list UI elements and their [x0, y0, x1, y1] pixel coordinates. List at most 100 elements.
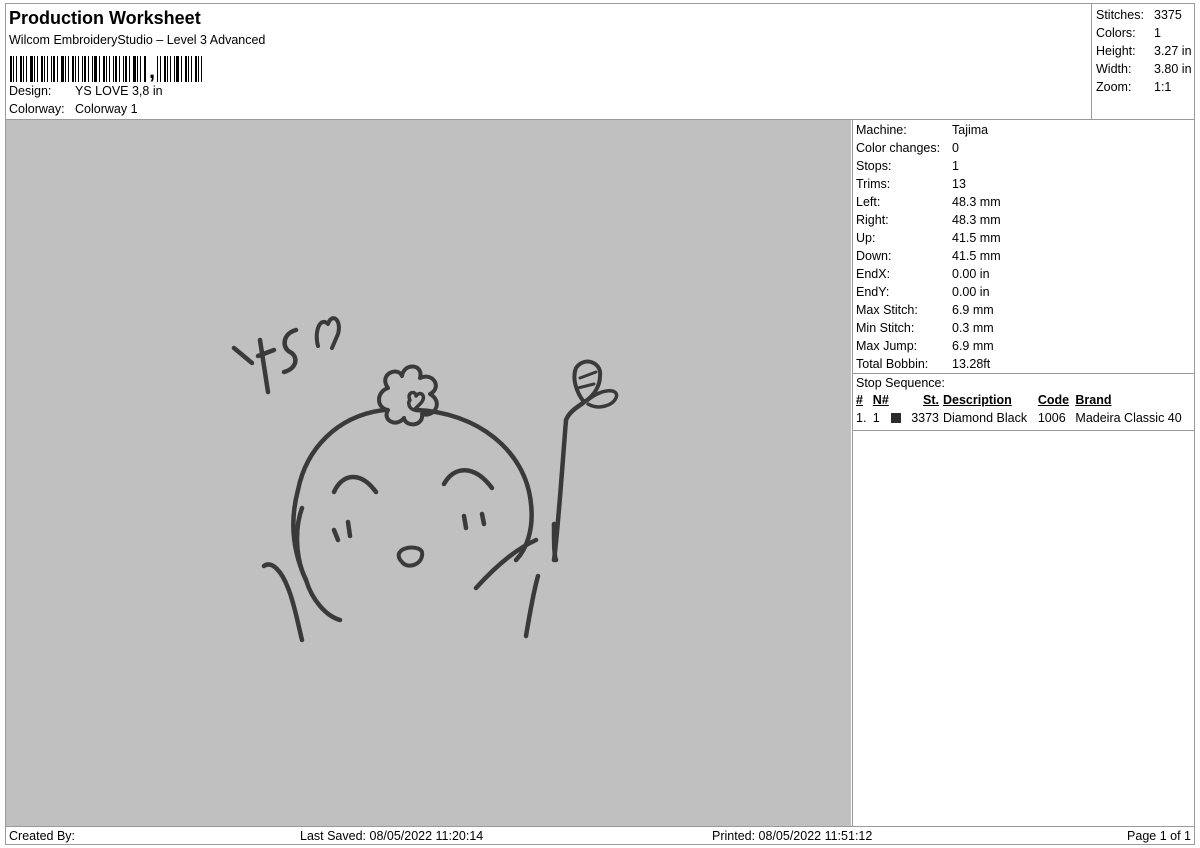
summary-key: Stitches: [1096, 8, 1144, 22]
barcode-bar [201, 56, 203, 82]
summary-row: Height: 3.27 in [1092, 42, 1195, 60]
summary-value: 1 [1154, 26, 1161, 40]
worksheet-footer: Created By: Last Saved: 08/05/2022 11:20… [6, 826, 1194, 844]
software-subtitle: Wilcom EmbroideryStudio – Level 3 Advanc… [9, 33, 266, 47]
production-worksheet: Production Worksheet Wilcom EmbroiderySt… [5, 3, 1195, 845]
summary-row: Colors: 1 [1092, 24, 1195, 42]
info-value: 48.3 mm [952, 195, 1001, 209]
page-number: Page 1 of 1 [1127, 829, 1191, 843]
barcode-bar [188, 56, 190, 82]
info-value: 48.3 mm [952, 213, 1001, 227]
barcode-bar [191, 56, 193, 82]
info-row: Min Stitch: 0.3 mm [853, 319, 1194, 337]
barcode-bar [72, 56, 74, 82]
design-preview [6, 120, 851, 826]
barcode-bar [99, 56, 100, 82]
summary-row: Width: 3.80 in [1092, 60, 1195, 78]
barcode-bar [133, 56, 136, 82]
barcode-comma: , [149, 58, 156, 83]
info-row: Machine: Tajima [853, 121, 1194, 139]
barcode-bar [123, 56, 124, 82]
barcode-bar [82, 56, 83, 82]
col-swatch [891, 391, 908, 409]
barcode-bar [170, 56, 172, 82]
info-key: Min Stitch: [856, 321, 915, 335]
last-saved: Last Saved: 08/05/2022 11:20:14 [300, 829, 484, 843]
info-key: Max Jump: [856, 339, 918, 353]
barcode-image: , [10, 52, 235, 82]
info-value: 6.9 mm [952, 339, 994, 353]
color-swatch [890, 413, 901, 423]
row-needle: 1 [872, 411, 880, 425]
barcode-bar [75, 56, 76, 82]
barcode-bar [65, 56, 66, 82]
info-value: 6.9 mm [952, 303, 994, 317]
summary-value: 3.80 in [1154, 62, 1192, 76]
col-brand: Brand [1075, 393, 1112, 407]
info-value: 0 [952, 141, 959, 155]
barcode-bar [140, 56, 141, 82]
info-key: EndY: [856, 285, 890, 299]
col-number: # [856, 393, 863, 407]
barcode-bar [109, 56, 110, 82]
barcode-bar [181, 56, 183, 82]
printed-date: Printed: 08/05/2022 11:51:12 [712, 829, 873, 843]
barcode-bar [13, 56, 14, 82]
summary-key: Zoom: [1096, 80, 1132, 94]
row-swatch [890, 409, 908, 427]
info-key: Right: [856, 213, 889, 227]
barcode-bar [164, 56, 167, 82]
barcode-bar [94, 56, 97, 82]
info-row: Max Jump: 6.9 mm [853, 337, 1194, 355]
info-row: Right: 48.3 mm [853, 211, 1194, 229]
info-row: Color changes: 0 [853, 139, 1194, 157]
row-number: 1. [856, 411, 867, 425]
info-row: EndX: 0.00 in [853, 265, 1194, 283]
barcode-bar [113, 56, 114, 82]
info-row: Trims: 13 [853, 175, 1194, 193]
stop-sequence-header: # N# St. Description Code Brand [853, 391, 1194, 409]
summary-value: 3375 [1154, 8, 1182, 22]
barcode-bar [125, 56, 127, 82]
col-stitches: St. [923, 393, 939, 407]
barcode-bar [37, 56, 38, 82]
barcode-bar [68, 56, 69, 82]
col-code: Code [1037, 393, 1070, 407]
barcode-bar [160, 56, 162, 82]
info-key: Stops: [856, 159, 892, 173]
table-row: 1. 1 3373 Diamond Black 1006 Madeira Cla… [853, 409, 1194, 427]
barcode-bar [167, 56, 169, 82]
barcode-bar [176, 56, 180, 82]
info-key: Down: [856, 249, 892, 263]
info-value: 13 [952, 177, 966, 191]
summary-panel: Stitches: 3375 Colors: 1 Height: 3.27 in Wi… [1091, 4, 1195, 119]
barcode-bar [41, 56, 43, 82]
info-value: Tajima [952, 123, 989, 137]
barcode-bar [144, 56, 146, 82]
col-description: Description [943, 393, 1012, 407]
barcode-bar [137, 56, 138, 82]
barcode-bar [16, 56, 17, 82]
barcode-bar [84, 56, 86, 82]
info-value: 0.3 mm [952, 321, 994, 335]
barcode-bar [129, 56, 130, 82]
row-description: Diamond Black [943, 411, 1028, 425]
barcode-bar [157, 56, 159, 82]
info-value: 0.00 in [952, 267, 990, 281]
summary-row: Stitches: 3375 [1092, 6, 1195, 24]
colorway-row: Colorway: Colorway 1 [9, 102, 138, 116]
barcode-bar [30, 56, 33, 82]
summary-key: Width: [1096, 62, 1132, 76]
barcode-bar [195, 56, 198, 82]
info-row: Down: 41.5 mm [853, 247, 1194, 265]
barcode-bar [103, 56, 105, 82]
info-value: 0.00 in [952, 285, 990, 299]
row-code: 1006 [1037, 411, 1066, 425]
info-row: Left: 48.3 mm [853, 193, 1194, 211]
barcode-bar [34, 56, 35, 82]
summary-value: 1:1 [1154, 80, 1172, 94]
row-stitches: 3373 [911, 411, 939, 425]
row-brand: Madeira Classic 40 [1075, 411, 1182, 425]
stop-sequence-title: Stop Sequence: [853, 373, 1194, 391]
info-key: Max Stitch: [856, 303, 918, 317]
